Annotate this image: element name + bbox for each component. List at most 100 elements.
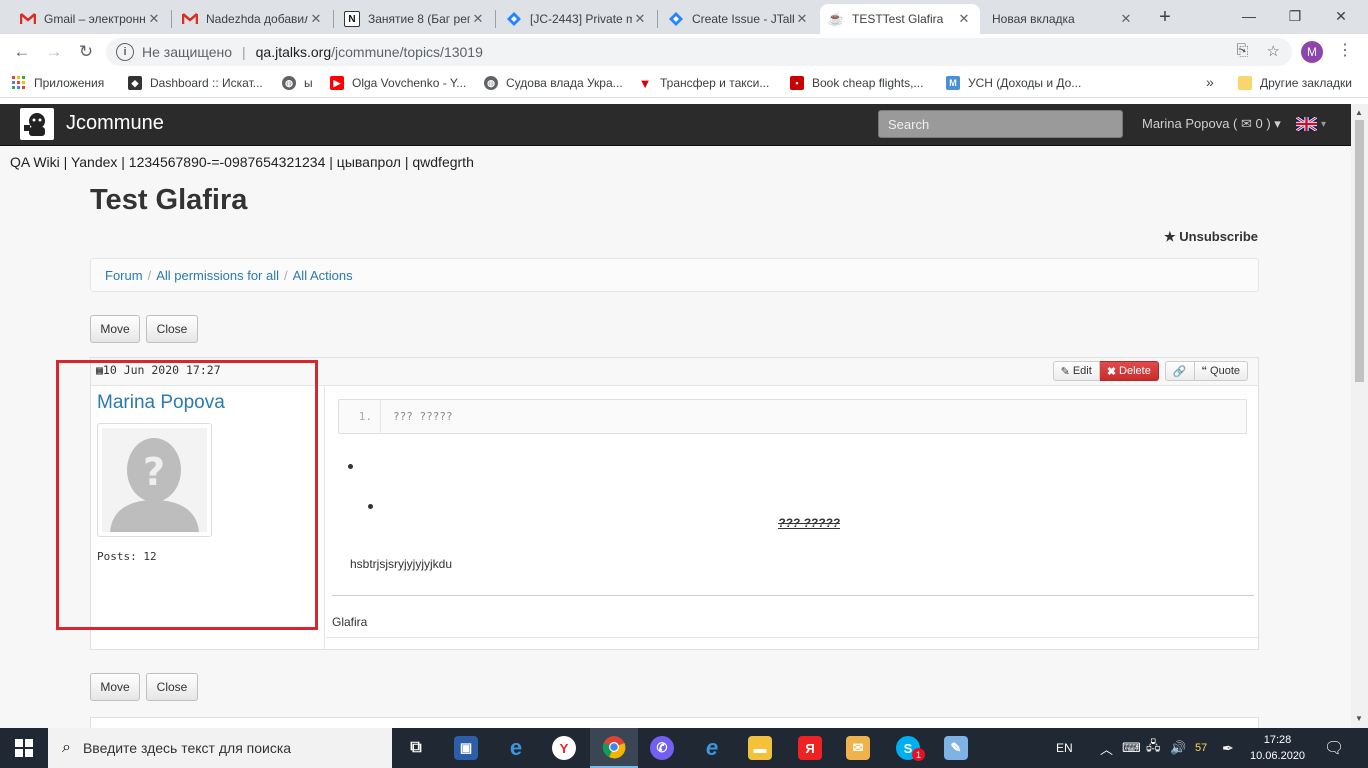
chrome-icon[interactable] <box>590 728 638 768</box>
bookmark-apps[interactable]: Приложения <box>12 76 104 90</box>
new-tab-button[interactable]: + <box>1154 4 1176 30</box>
bookmark-item[interactable]: ▶ Olga Vovchenko - Y... <box>330 76 466 90</box>
profile-avatar[interactable]: M <box>1301 41 1323 63</box>
scrollbar[interactable]: ▲ ▼ <box>1351 104 1368 728</box>
bookmark-label: Судова влада Укра... <box>506 76 623 90</box>
close-icon[interactable]: ✕ <box>794 11 810 27</box>
yandex-icon[interactable]: Я <box>786 728 834 768</box>
brand-name[interactable]: Jcommune <box>66 112 164 135</box>
back-icon[interactable]: ← <box>10 40 34 64</box>
m-icon: M <box>946 76 960 90</box>
close-icon[interactable]: ✕ <box>470 11 486 27</box>
browser-tab[interactable]: Новая вкладка ✕ <box>982 4 1142 34</box>
close-icon[interactable]: ✕ <box>1118 11 1134 27</box>
notifications-icon[interactable]: 🗨 <box>1324 728 1344 768</box>
show-hidden-icons[interactable]: ︿ <box>1100 728 1113 768</box>
viber-icon[interactable]: ✆ <box>638 728 686 768</box>
tab-title: Занятие 8 (Баг репорт) <box>368 12 470 26</box>
windows-start-icon[interactable] <box>0 728 48 768</box>
other-bookmarks[interactable]: Другие закладки <box>1238 76 1352 90</box>
skype-icon[interactable]: S 1 <box>884 728 932 768</box>
close-topic-button-bottom[interactable]: Close <box>146 673 198 701</box>
post-footer-divider <box>326 637 1258 638</box>
annotation-highlight-box <box>56 360 318 630</box>
task-view-icon[interactable]: ⧉ <box>392 728 440 768</box>
reload-icon[interactable]: ↻ <box>74 40 98 64</box>
keyboard-icon[interactable]: ⌨ <box>1122 728 1141 768</box>
browser-tab-active[interactable]: ☕ TESTTest Glafira ✕ <box>820 4 980 34</box>
scroll-up-icon[interactable]: ▲ <box>1355 108 1363 117</box>
close-icon[interactable]: ✕ <box>146 11 162 27</box>
clock-time: 17:28 <box>1263 734 1292 746</box>
forward-icon[interactable]: → <box>42 40 66 64</box>
user-menu[interactable]: Marina Popova ( ✉ 0 ) ▾ <box>1142 116 1281 132</box>
chevron-down-icon: ▾ <box>1321 118 1327 130</box>
browser-tab[interactable]: N Занятие 8 (Баг репорт) ✕ <box>336 4 494 34</box>
bookmark-item[interactable]: M УСН (Доходы и До... <box>946 76 1081 90</box>
move-button[interactable]: Move <box>90 315 140 343</box>
info-icon[interactable]: i <box>116 43 134 61</box>
battery-level[interactable]: 57 <box>1195 728 1207 768</box>
post-actions: ✎ Edit ✖ Delete 🔗 “Quote <box>1052 361 1248 381</box>
quote-button[interactable]: “Quote <box>1194 361 1248 381</box>
pen-icon[interactable]: ✒ <box>1222 728 1234 768</box>
bookmark-item[interactable]: ◍ ы <box>282 76 313 90</box>
close-topic-button[interactable]: Close <box>146 315 198 343</box>
bookmark-item[interactable]: ◆ Dashboard :: Искат... <box>128 76 263 90</box>
mail-app-icon[interactable]: ✉ <box>834 728 882 768</box>
permalink-button[interactable]: 🔗 <box>1164 361 1195 381</box>
close-icon[interactable]: ✕ <box>632 11 648 27</box>
network-icon[interactable]: 🖧 <box>1146 728 1161 768</box>
language-selector[interactable]: ▾ <box>1296 117 1326 131</box>
browser-tab[interactable]: Nadezhda добавила вас ✕ <box>174 4 332 34</box>
close-icon[interactable]: ✕ <box>956 11 972 27</box>
browser-tab[interactable]: [JC-2443] Private messages ✕ <box>498 4 656 34</box>
bookmark-item[interactable]: ▪ Book cheap flights,... <box>790 76 923 90</box>
save-app-icon[interactable]: ▣ <box>442 728 490 768</box>
bookmark-item[interactable]: ◍ Судова влада Укра... <box>484 76 623 90</box>
scroll-down-icon[interactable]: ▼ <box>1355 714 1363 723</box>
delete-button[interactable]: ✖ Delete <box>1099 361 1159 381</box>
edge-icon[interactable]: e <box>492 728 540 768</box>
move-button-bottom[interactable]: Move <box>90 673 140 701</box>
signature-divider <box>332 595 1254 596</box>
breadcrumb-section[interactable]: All permissions for all <box>156 268 279 283</box>
restore-button[interactable]: ❐ <box>1272 0 1318 32</box>
browser-tab[interactable]: Gmail – электронная почта ✕ <box>12 4 170 34</box>
delete-label: Delete <box>1119 365 1151 377</box>
breadcrumb-forum[interactable]: Forum <box>105 268 143 283</box>
search-input[interactable] <box>878 110 1123 138</box>
security-label: Не защищено <box>142 44 232 60</box>
volume-icon[interactable]: 🔊 <box>1170 728 1186 768</box>
paint-icon[interactable]: ✎ <box>932 728 980 768</box>
input-language[interactable]: EN <box>1056 728 1073 768</box>
window-close-button[interactable]: ✕ <box>1318 0 1364 32</box>
minimize-button[interactable]: — <box>1226 0 1272 32</box>
breadcrumb-branch[interactable]: All Actions <box>293 268 353 283</box>
translate-icon[interactable]: ⎘ <box>1237 42 1249 60</box>
taskbar-search[interactable]: ⌕ Введите здесь текст для поиска <box>48 728 392 768</box>
browser-toolbar: ← → ↻ i Не защищено | qa.jtalks.org/jcom… <box>0 34 1368 70</box>
tab-title: Nadezhda добавила вас <box>206 12 308 26</box>
unsubscribe-link[interactable]: ★ Unsubscribe <box>1164 229 1258 245</box>
jcommune-logo-icon[interactable] <box>20 108 54 140</box>
quote-icon: “ <box>1201 365 1208 377</box>
bookmark-item[interactable]: ▼ Трансфер и такси... <box>638 76 770 91</box>
bookmark-label: УСН (Доходы и До... <box>968 76 1082 90</box>
close-icon[interactable]: ✕ <box>308 11 324 27</box>
menu-kebab-icon[interactable]: ⋮ <box>1337 40 1353 60</box>
browser-tab[interactable]: Create Issue - JTalks ✕ <box>660 4 818 34</box>
tab-title: [JC-2443] Private messages <box>530 12 632 26</box>
bookmarks-more-button[interactable]: » <box>1206 74 1214 90</box>
star-icon[interactable]: ☆ <box>1267 42 1280 60</box>
yandex-browser-icon[interactable]: Y <box>540 728 588 768</box>
external-links[interactable]: QA Wiki | Yandex | 1234567890-=-09876543… <box>10 154 474 170</box>
gmail-icon <box>182 11 198 27</box>
file-explorer-icon[interactable]: ▬ <box>736 728 784 768</box>
edit-button[interactable]: ✎ Edit <box>1052 361 1100 381</box>
internet-explorer-icon[interactable]: e <box>688 728 736 768</box>
scrollbar-thumb[interactable] <box>1355 120 1364 382</box>
apps-grid-icon <box>12 76 26 90</box>
address-bar[interactable]: i Не защищено | qa.jtalks.org/jcommune/t… <box>106 38 1292 66</box>
clock[interactable]: 17:28 10.06.2020 <box>1250 732 1305 764</box>
